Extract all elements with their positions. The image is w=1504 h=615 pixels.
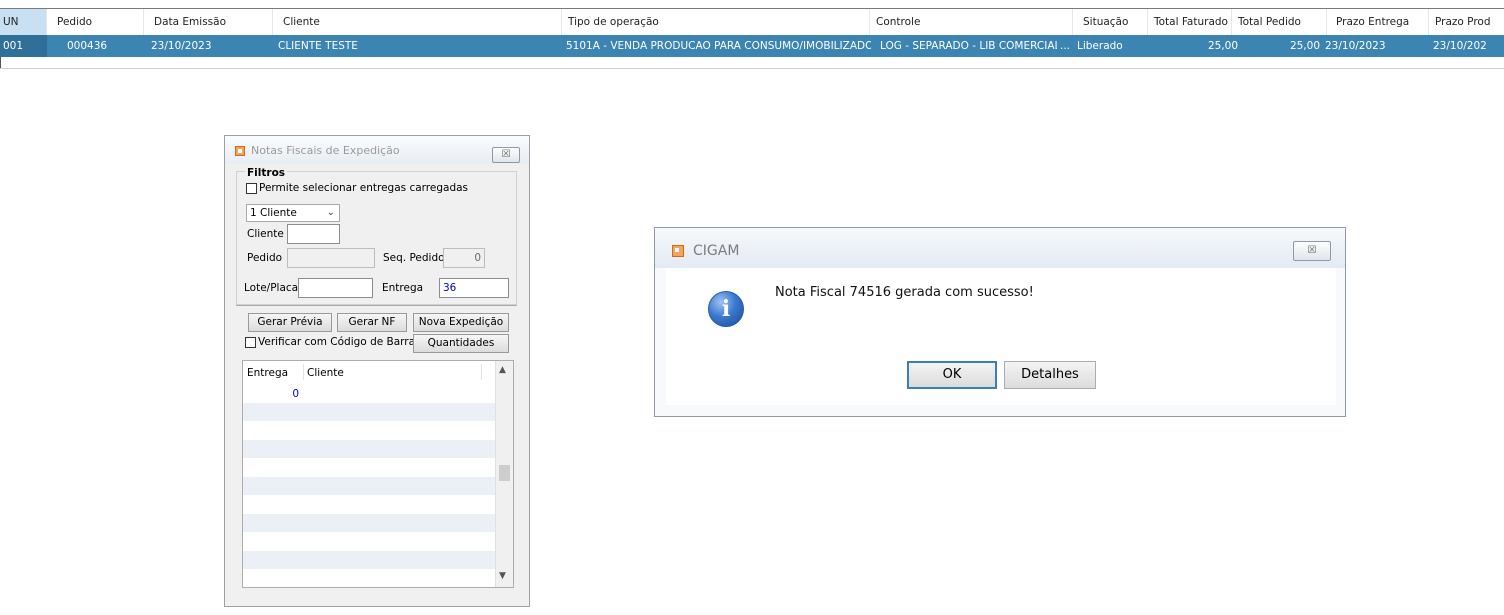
cigam-app-icon bbox=[672, 245, 684, 257]
column-header-total-faturado[interactable]: Total Faturado bbox=[1151, 9, 1232, 35]
gerar-nf-button[interactable]: Gerar NF bbox=[337, 313, 407, 332]
lote-placa-field[interactable] bbox=[298, 278, 373, 298]
list-row-stripe bbox=[243, 477, 495, 495]
dialog-body: i Nota Fiscal 74516 gerada com sucesso! … bbox=[666, 268, 1336, 405]
column-header-cliente[interactable]: Cliente bbox=[280, 9, 562, 35]
list-header: Entrega Cliente bbox=[243, 361, 495, 383]
column-header-controle[interactable]: Controle bbox=[873, 9, 1073, 35]
scroll-down-icon[interactable]: ▼ bbox=[499, 571, 506, 581]
cell-un: 001 bbox=[0, 35, 47, 57]
cigam-app-icon bbox=[235, 146, 245, 156]
cell-controle-ellipsis[interactable]: ... bbox=[1057, 35, 1073, 57]
column-header-pedido[interactable]: Pedido bbox=[54, 9, 144, 35]
verificar-codigo-barras-checkbox[interactable] bbox=[245, 337, 256, 348]
entrega-label: Entrega bbox=[382, 282, 424, 294]
cell-total-faturado: 25,00 bbox=[1207, 40, 1238, 52]
verificar-codigo-barras-label[interactable]: Verificar com Código de Barras bbox=[258, 336, 421, 348]
cliente-label: Cliente bbox=[247, 228, 284, 240]
permite-entregas-checkbox[interactable] bbox=[246, 183, 257, 194]
close-button[interactable]: ☒ bbox=[492, 147, 520, 163]
dialog-title: CIGAM bbox=[693, 243, 740, 259]
column-header-total-pedido[interactable]: Total Pedido bbox=[1235, 9, 1327, 35]
cell-situacao: Liberado bbox=[1077, 40, 1123, 52]
window-title: Notas Fiscais de Expedição bbox=[251, 144, 400, 157]
filters-legend: Filtros bbox=[245, 167, 288, 179]
details-button[interactable]: Detalhes bbox=[1004, 361, 1096, 389]
list-row-stripe bbox=[243, 440, 495, 458]
entrega-field[interactable]: 36 bbox=[439, 278, 509, 298]
list-row-stripe bbox=[243, 514, 495, 532]
orders-grid: UN Pedido Data Emissão Cliente Tipo de o… bbox=[0, 0, 1504, 69]
column-header-prazo-prod[interactable]: Prazo Prod bbox=[1432, 9, 1504, 35]
cell-tipo-operacao: 5101A - VENDA PRODUCAO PARA CONSUMO/IMOB… bbox=[566, 40, 871, 52]
info-icon: i bbox=[708, 291, 744, 327]
list-item-entrega: 0 bbox=[292, 388, 299, 400]
permite-entregas-label[interactable]: Permite selecionar entregas carregadas bbox=[259, 182, 468, 194]
grid-border bbox=[0, 57, 1, 68]
list-row-stripe bbox=[243, 551, 495, 569]
pedido-label: Pedido bbox=[247, 252, 283, 264]
cell-data-emissao: 23/10/2023 bbox=[151, 40, 212, 52]
dialog-message: Nota Fiscal 74516 gerada com sucesso! bbox=[775, 285, 1034, 300]
column-header-un[interactable]: UN bbox=[0, 9, 47, 35]
column-header-prazo-entrega[interactable]: Prazo Entrega bbox=[1333, 9, 1429, 35]
quantidades-button[interactable]: Quantidades bbox=[413, 334, 509, 353]
scroll-up-icon[interactable]: ▲ bbox=[499, 365, 506, 375]
window-titlebar[interactable]: Notas Fiscais de Expedição ☒ bbox=[225, 136, 529, 164]
vertical-scrollbar[interactable]: ▲ ▼ bbox=[495, 361, 513, 587]
column-header-situacao[interactable]: Situação bbox=[1080, 9, 1148, 35]
list-row-stripe bbox=[243, 403, 495, 421]
cell-prazo-entrega: 23/10/2023 bbox=[1325, 40, 1386, 52]
column-header-entrega[interactable]: Entrega bbox=[247, 367, 288, 379]
column-header-data-emissao[interactable]: Data Emissão bbox=[151, 9, 273, 35]
column-header-tipo-operacao[interactable]: Tipo de operação bbox=[565, 9, 870, 35]
cell-controle: LOG - SEPARADO - LIB COMERCIAL bbox=[880, 40, 1057, 52]
cliente-field[interactable] bbox=[287, 224, 340, 244]
list-item[interactable]: 0 bbox=[243, 385, 495, 403]
cliente-mode-value: 1 Cliente bbox=[250, 207, 297, 219]
ok-button[interactable]: OK bbox=[907, 361, 997, 389]
cell-prazo-prod: 23/10/202 bbox=[1433, 40, 1487, 52]
divider bbox=[236, 305, 517, 306]
column-divider bbox=[481, 364, 482, 380]
chevron-down-icon: ⌄ bbox=[326, 207, 335, 218]
seq-pedido-field[interactable]: 0 bbox=[443, 248, 485, 268]
scrollbar-thumb[interactable] bbox=[499, 465, 510, 481]
seq-pedido-label: Seq. Pedido bbox=[383, 252, 445, 264]
lote-placa-label: Lote/Placa bbox=[244, 282, 299, 294]
close-button[interactable]: ☒ bbox=[1293, 241, 1331, 261]
nova-expedicao-button[interactable]: Nova Expedição bbox=[413, 313, 509, 332]
dialog-titlebar[interactable]: CIGAM ☒ bbox=[655, 228, 1345, 268]
cell-total-pedido: 25,00 bbox=[1289, 40, 1320, 52]
cigam-message-dialog: CIGAM ☒ i Nota Fiscal 74516 gerada com s… bbox=[654, 227, 1346, 417]
column-header-cliente[interactable]: Cliente bbox=[307, 367, 344, 379]
column-divider bbox=[303, 364, 304, 380]
cell-cliente: CLIENTE TESTE bbox=[278, 40, 358, 52]
cell-pedido: 000436 bbox=[67, 40, 108, 52]
entregas-list[interactable]: Entrega Cliente 0 ▲ ▼ bbox=[242, 360, 514, 588]
pedido-field[interactable] bbox=[287, 248, 375, 268]
gerar-previa-button[interactable]: Gerar Prévia bbox=[248, 313, 332, 332]
grid-header: UN Pedido Data Emissão Cliente Tipo de o… bbox=[0, 8, 1504, 35]
notas-fiscais-window: Notas Fiscais de Expedição ☒ Filtros Per… bbox=[224, 135, 530, 607]
table-row[interactable]: 001 000436 23/10/2023 CLIENTE TESTE 5101… bbox=[0, 35, 1504, 57]
cliente-mode-select[interactable]: 1 Cliente ⌄ bbox=[246, 204, 340, 222]
